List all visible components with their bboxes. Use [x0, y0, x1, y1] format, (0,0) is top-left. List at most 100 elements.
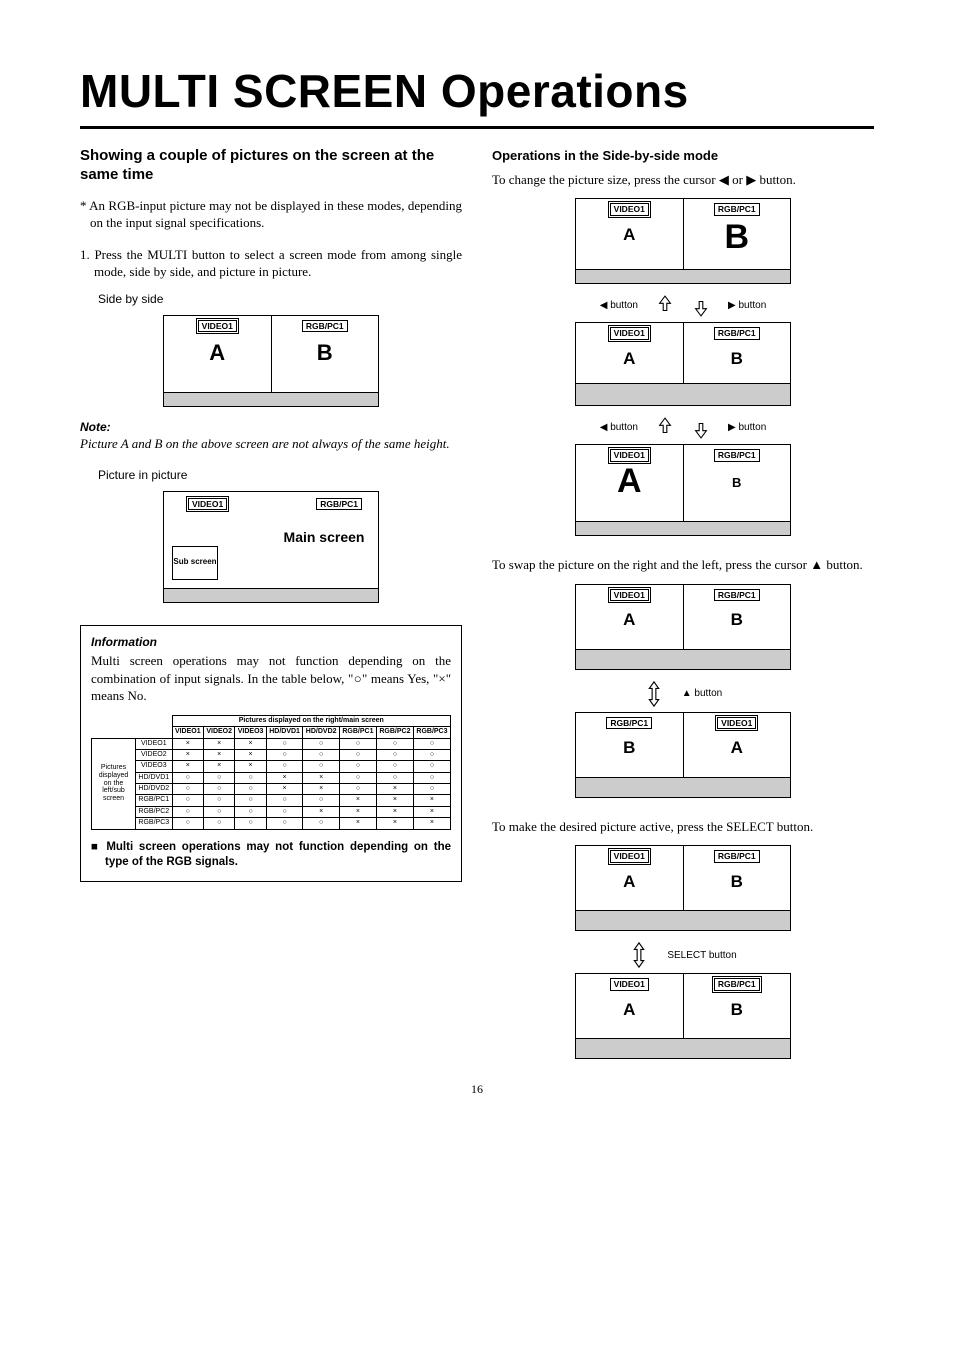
pip-chip-right: RGB/PC1: [316, 498, 362, 511]
size-frame-equal: VIDEO1A RGB/PC1B: [575, 198, 791, 284]
chip-r1: RGB/PC1: [714, 978, 760, 991]
arrow-row-2: ◀ button ▶ button: [600, 416, 767, 440]
row-header: HD/DVD1: [136, 772, 173, 783]
arrow-row-1: ◀ button ▶ button: [600, 294, 767, 318]
compat-cell: ×: [376, 784, 413, 795]
chip-v1: VIDEO1: [610, 203, 649, 216]
letter-a: A: [623, 999, 635, 1022]
compat-cell: ×: [266, 784, 303, 795]
compat-cell: ○: [266, 738, 303, 749]
chip-r1: RGB/PC1: [714, 327, 760, 340]
letter-a-big: A: [617, 464, 642, 498]
select-frame-after: VIDEO1A RGB/PC1B: [575, 973, 791, 1059]
rgb-footnote: * An RGB-input picture may not be displa…: [80, 197, 462, 232]
row-header: VIDEO2: [136, 749, 173, 760]
compat-cell: ○: [339, 784, 376, 795]
chip-video1: VIDEO1: [198, 320, 237, 333]
page-rule: [80, 126, 874, 129]
compat-cell: ○: [203, 795, 234, 806]
letter-b: B: [731, 871, 743, 894]
compat-cell: ○: [172, 784, 203, 795]
col-header: VIDEO3: [235, 727, 266, 738]
chip-r1: RGB/PC1: [714, 850, 760, 863]
compat-cell: ×: [376, 806, 413, 817]
left-column: Showing a couple of pictures on the scre…: [80, 147, 462, 1065]
button-right-label: ▶ button: [728, 421, 766, 435]
col-header: VIDEO2: [203, 727, 234, 738]
col-header: HD/DVD1: [266, 727, 303, 738]
compat-cell: ○: [413, 738, 450, 749]
compat-table: Pictures displayed on the right/main scr…: [91, 715, 451, 830]
updown-arrow-icon: [644, 680, 664, 708]
letter-b: B: [731, 348, 743, 371]
row-header: RGB/PC1: [136, 795, 173, 806]
compat-cell: ×: [303, 784, 340, 795]
compat-cell: ○: [266, 806, 303, 817]
active-text: To make the desired picture active, pres…: [492, 818, 874, 836]
chip-v1: VIDEO1: [610, 850, 649, 863]
compat-cell: ×: [266, 772, 303, 783]
button-left-label: ◀ button: [600, 299, 638, 313]
letter-b: B: [731, 609, 743, 632]
compat-cell: ○: [203, 772, 234, 783]
swap-frame-after: RGB/PC1B VIDEO1A: [575, 712, 791, 798]
swap-frame-before: VIDEO1A RGB/PC1B: [575, 584, 791, 670]
swap-text: To swap the picture on the right and the…: [492, 556, 874, 574]
compat-cell: ×: [376, 795, 413, 806]
compat-cell: ×: [172, 738, 203, 749]
right-column: Operations in the Side-by-side mode To c…: [492, 147, 874, 1065]
information-box: Information Multi screen operations may …: [80, 625, 462, 882]
side-by-side-label: Side by side: [98, 291, 462, 307]
compat-cell: ○: [303, 761, 340, 772]
note-head: Note:: [80, 419, 462, 435]
compat-cell: ×: [413, 806, 450, 817]
compat-cell: ○: [235, 784, 266, 795]
compat-cell: ×: [203, 738, 234, 749]
compat-cell: ×: [339, 806, 376, 817]
info-head: Information: [91, 634, 451, 650]
compat-cell: ○: [172, 818, 203, 829]
size-frame-a-big: VIDEO1A RGB/PC1B: [575, 444, 791, 536]
select-button-label: SELECT button: [667, 949, 736, 963]
compat-cell: ○: [172, 806, 203, 817]
compat-cell: ×: [203, 761, 234, 772]
col-header: RGB/PC2: [376, 727, 413, 738]
section-heading-left: Showing a couple of pictures on the scre…: [80, 147, 462, 185]
col-header: HD/DVD2: [303, 727, 340, 738]
down-arrow-icon: [692, 416, 710, 440]
up-arrow-icon: [656, 294, 674, 318]
compat-cell: ×: [172, 761, 203, 772]
compat-cell: ×: [413, 795, 450, 806]
col-header: RGB/PC3: [413, 727, 450, 738]
pip-label: Picture in picture: [98, 467, 462, 483]
letter-a: A: [731, 737, 743, 760]
row-group-header: Pictures displayed on the left/sub scree…: [92, 738, 136, 829]
select-frame-before: VIDEO1A RGB/PC1B: [575, 845, 791, 931]
side-by-side-frame: VIDEO1 A RGB/PC1 B: [163, 315, 379, 407]
chip-rgbpc1: RGB/PC1: [302, 320, 348, 333]
pip-frame: VIDEO1 RGB/PC1 Sub screen Main screen: [163, 491, 379, 603]
chip-r1: RGB/PC1: [714, 449, 760, 462]
step-1: 1. Press the MULTI button to select a sc…: [80, 246, 462, 281]
compat-cell: ○: [266, 749, 303, 760]
button-left-label: ◀ button: [600, 421, 638, 435]
compat-cell: ×: [172, 749, 203, 760]
letter-a: A: [623, 348, 635, 371]
compat-cell: ○: [303, 749, 340, 760]
compat-cell: ○: [376, 772, 413, 783]
letter-a: A: [623, 609, 635, 632]
up-arrow-icon: [656, 416, 674, 440]
chip-video1: VIDEO1: [717, 717, 756, 730]
note-body: Picture A and B on the above screen are …: [80, 435, 462, 453]
letter-b-small: B: [732, 474, 741, 492]
compat-cell: ○: [266, 761, 303, 772]
compat-cell: ○: [172, 795, 203, 806]
compat-cell: ×: [235, 749, 266, 760]
page-title-rest: Operations: [428, 65, 689, 117]
compat-cell: ○: [235, 772, 266, 783]
page-title-bold: MULTI SCREEN: [80, 65, 428, 117]
up-button-label: ▲ button: [682, 687, 722, 701]
compat-cell: ○: [413, 772, 450, 783]
size-frame-mid: VIDEO1A RGB/PC1B: [575, 322, 791, 406]
compat-cell: ×: [235, 761, 266, 772]
